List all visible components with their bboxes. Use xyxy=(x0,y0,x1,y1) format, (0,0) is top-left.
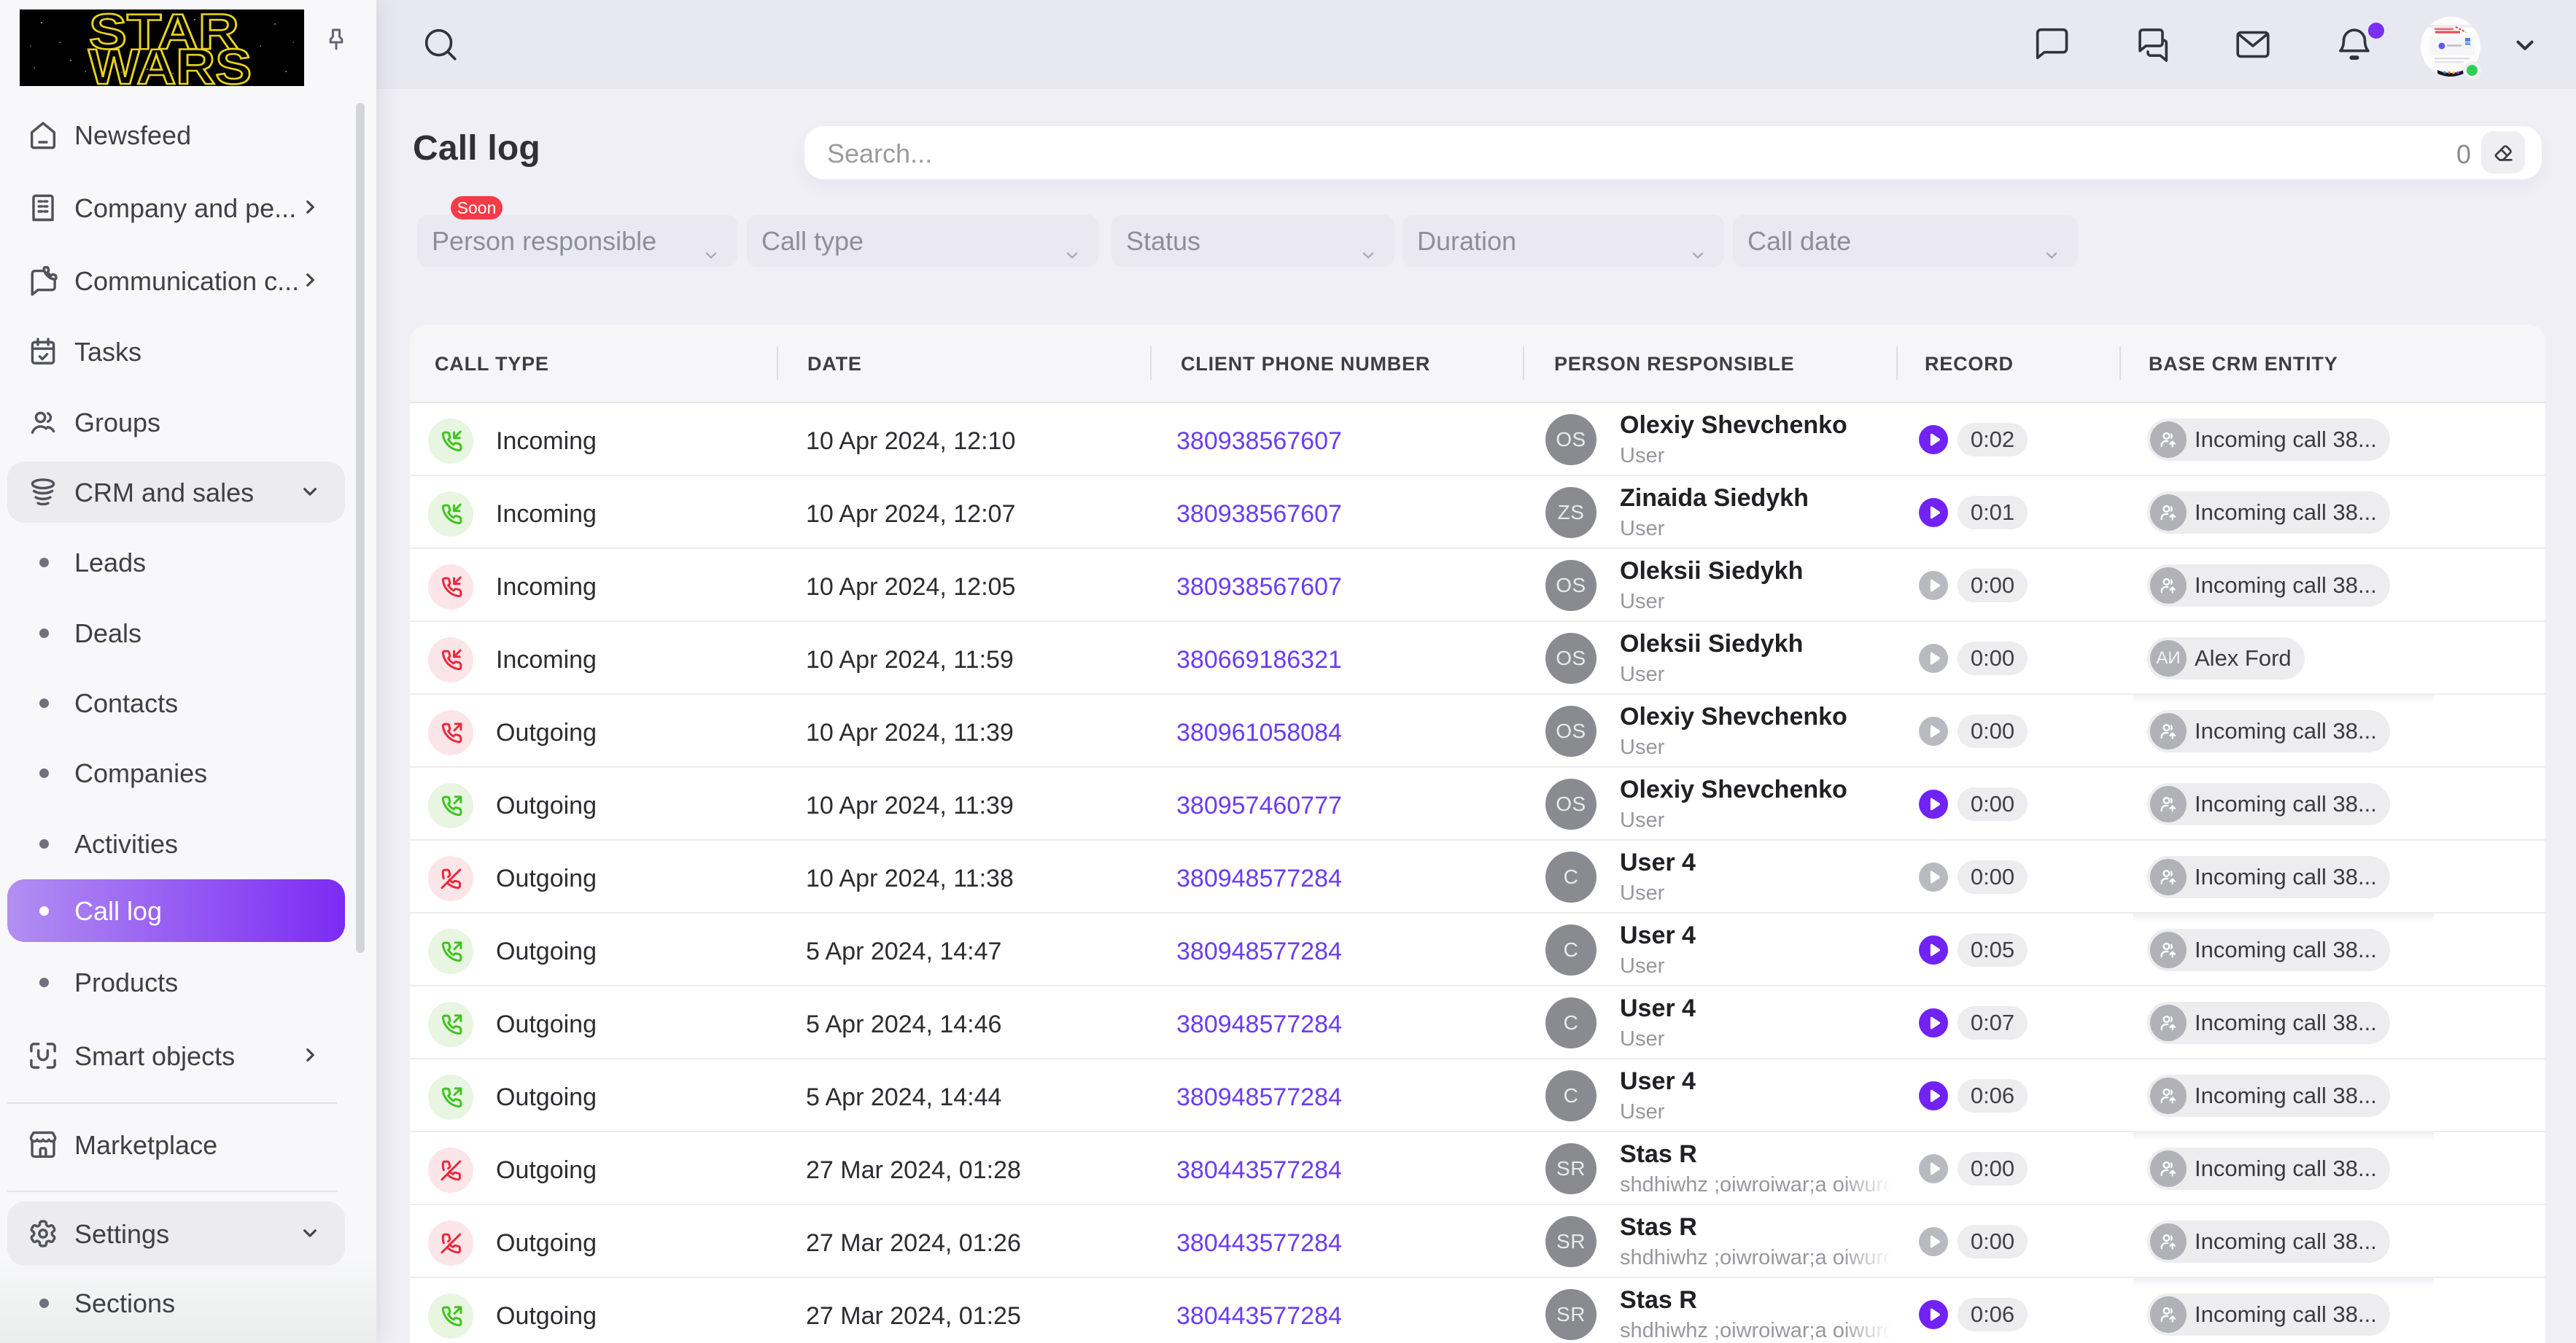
svg-text:WARS: WARS xyxy=(88,39,252,86)
